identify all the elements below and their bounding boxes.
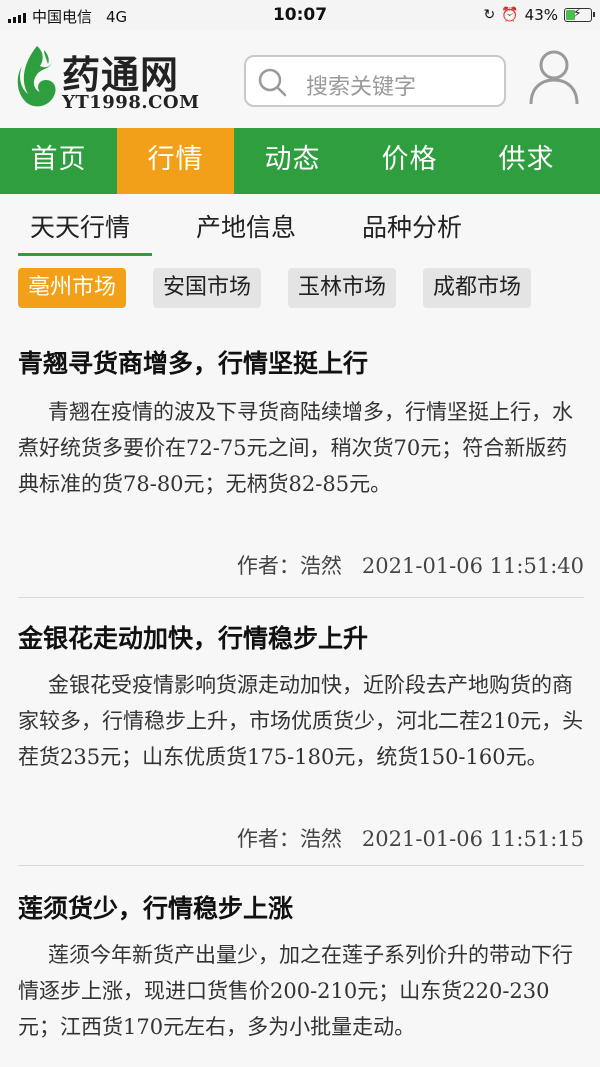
author-name: 浩然 xyxy=(299,827,342,851)
market-chip-anguo[interactable]: 安国市场 xyxy=(153,268,262,308)
article-datetime: 2021-01-06 11:51:15 xyxy=(361,827,584,851)
tab-daily-market[interactable]: 天天行情 xyxy=(30,208,130,244)
sub-tabs: 天天行情 产地信息 品种分析 xyxy=(0,194,600,258)
nav-item-news[interactable]: 动态 xyxy=(234,128,351,194)
search-box[interactable]: 搜索关键字 xyxy=(244,55,506,107)
site-header: 药通网 YT1998.COM 搜索关键字 xyxy=(0,30,600,128)
article-title[interactable]: 莲须货少，行情稳步上涨 xyxy=(18,889,293,925)
search-input[interactable]: 搜索关键字 xyxy=(306,69,416,101)
article-meta: 作者：浩然 2021-01-06 11:51:15 xyxy=(237,823,584,853)
alarm-icon: ⏰ xyxy=(501,7,519,23)
status-right: ↻ ⏰ 43% ⚡ xyxy=(483,6,595,24)
article-datetime: 2021-01-06 11:51:40 xyxy=(361,554,584,578)
status-bar: 中国电信 4G 10:07 ↻ ⏰ 43% ⚡ xyxy=(0,0,600,30)
author-label: 作者： xyxy=(236,827,300,851)
market-chip-bozhou[interactable]: 亳州市场 xyxy=(18,268,127,308)
article-summary: 金银花受疫情影响货源走动加快，近阶段去产地购货的商家较多，行情稳步上升，市场优质… xyxy=(18,673,584,769)
battery-icon: ⚡ xyxy=(564,6,595,22)
logo-leaf-icon xyxy=(17,46,56,107)
article-summary: 青翘在疫情的波及下寻货商陆续增多，行情坚挺上行，水煮好统货多要价在72-75元之… xyxy=(18,400,573,496)
nav-item-price[interactable]: 价格 xyxy=(351,128,468,194)
divider xyxy=(18,865,584,866)
author-label: 作者： xyxy=(236,554,300,578)
nav-item-market[interactable]: 行情 xyxy=(117,128,234,194)
market-chip-yulin[interactable]: 玉林市场 xyxy=(288,268,397,308)
orientation-lock-icon: ↻ xyxy=(483,7,496,23)
search-icon xyxy=(258,68,287,97)
logo-title: 药通网 xyxy=(62,52,180,97)
user-icon[interactable] xyxy=(528,48,580,106)
nav-item-home[interactable]: 首页 xyxy=(0,128,117,194)
article-meta: 作者：浩然 2021-01-06 11:51:40 xyxy=(237,550,584,580)
active-tab-underline xyxy=(18,253,152,256)
article-title[interactable]: 青翘寻货商增多，行情坚挺上行 xyxy=(18,344,368,380)
tab-variety-analysis[interactable]: 品种分析 xyxy=(362,208,462,244)
news-list: 青翘寻货商增多，行情坚挺上行 青翘在疫情的波及下寻货商陆续增多，行情坚挺上行，水… xyxy=(0,320,600,1067)
article-title[interactable]: 金银花走动加快，行情稳步上升 xyxy=(18,619,368,655)
main-nav: 首页 行情 动态 价格 供求 xyxy=(0,128,600,194)
market-filter: 亳州市场 安国市场 玉林市场 成都市场 xyxy=(0,258,600,320)
market-chip-chengdu[interactable]: 成都市场 xyxy=(423,268,532,308)
author-name: 浩然 xyxy=(299,554,342,578)
nav-item-supply[interactable]: 供求 xyxy=(468,128,585,194)
article-summary: 莲须今年新货产出量少，加之在莲子系列价升的带动下行情逐步上涨，现进口货售价200… xyxy=(18,943,573,1039)
divider xyxy=(18,597,584,598)
site-logo[interactable]: 药通网 YT1998.COM xyxy=(14,42,214,118)
logo-domain: YT1998.COM xyxy=(62,92,200,113)
tab-origin-info[interactable]: 产地信息 xyxy=(196,208,296,244)
battery-percent: 43% xyxy=(524,6,558,24)
